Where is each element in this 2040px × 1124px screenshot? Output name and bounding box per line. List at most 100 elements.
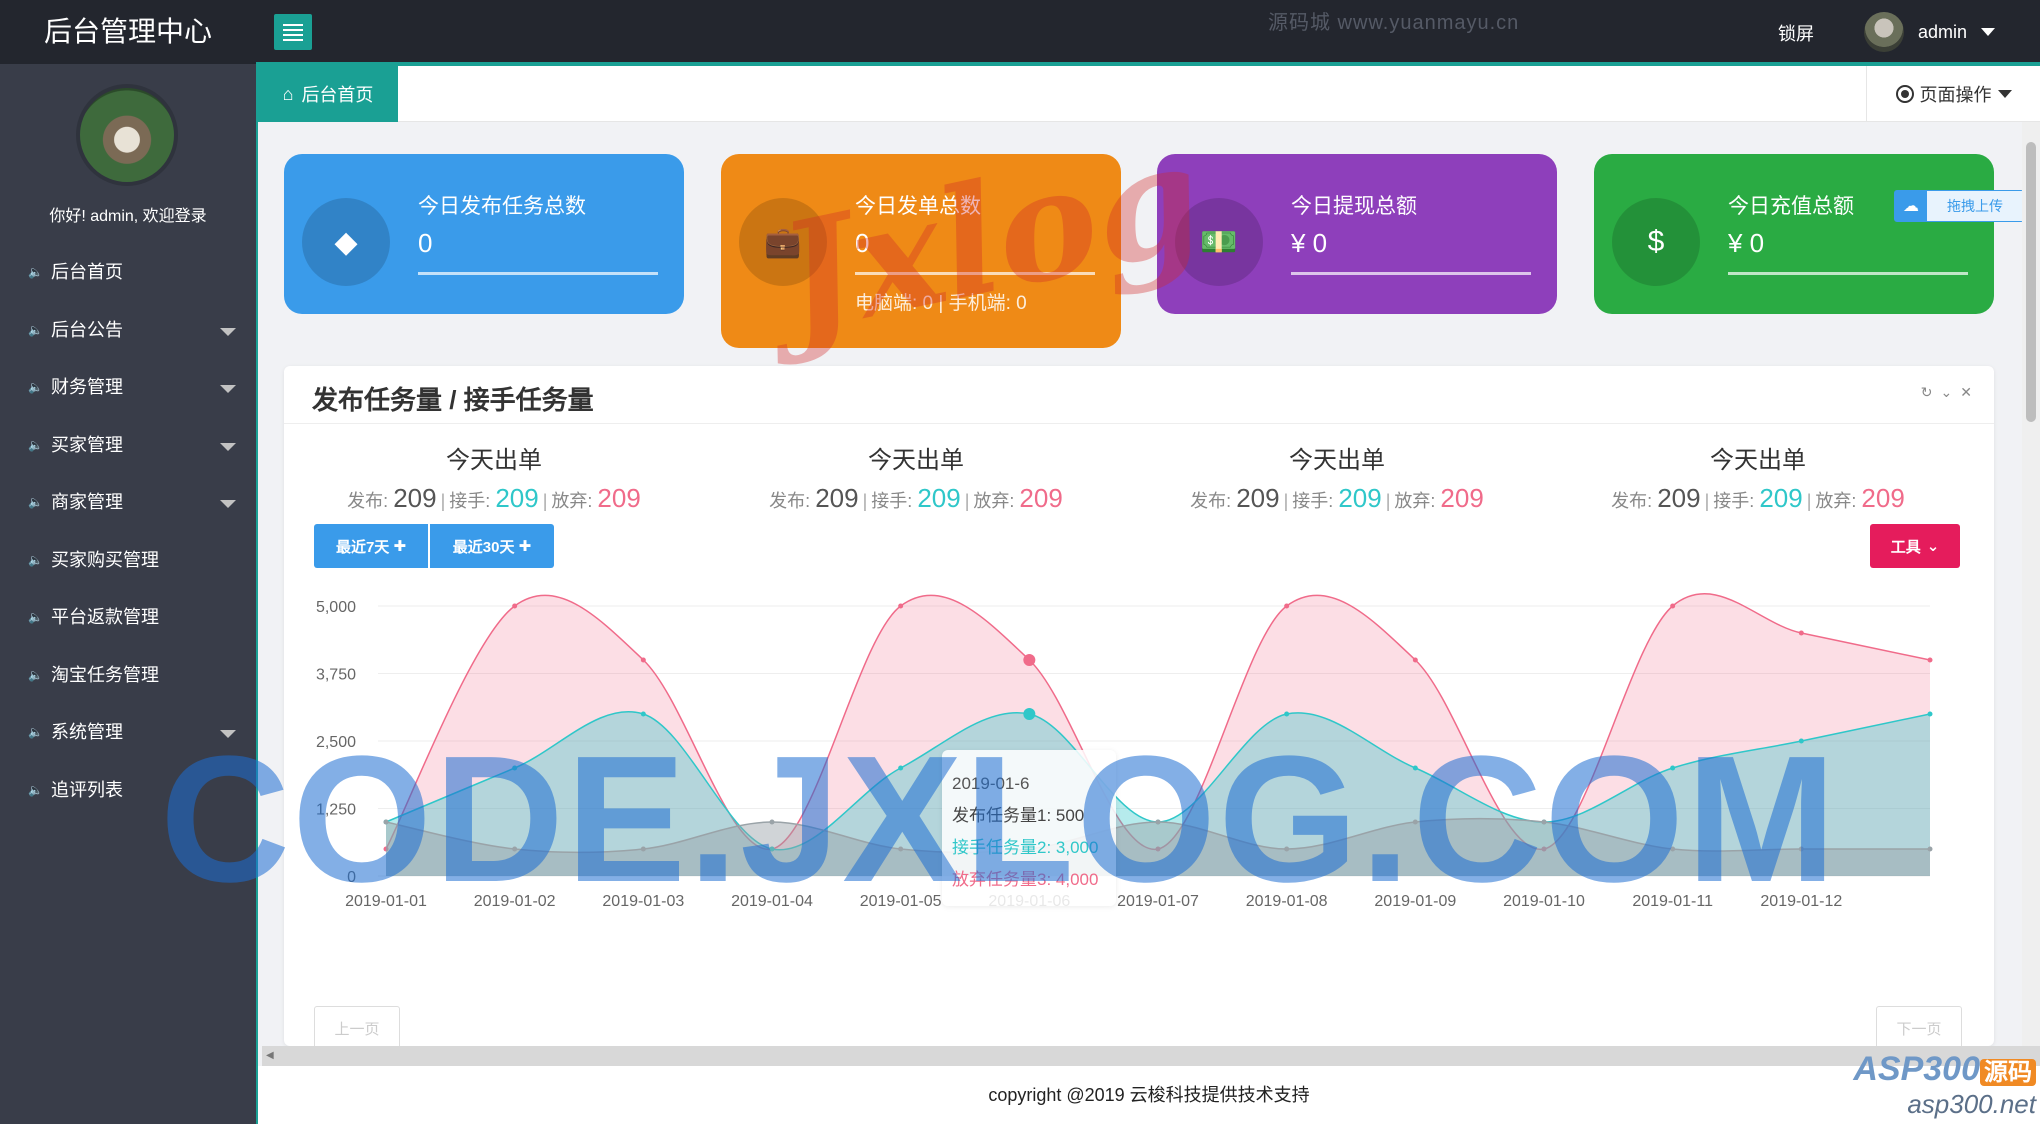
- speaker-icon: 🔈: [28, 437, 43, 452]
- stat-card-title: 今日充值总额: [1728, 195, 1854, 218]
- stat-card-divider: [1291, 272, 1531, 275]
- data-point: [512, 603, 518, 609]
- welcome-text: 你好! admin, 欢迎登录: [49, 208, 207, 225]
- refresh-icon[interactable]: ↻: [1921, 384, 1933, 401]
- data-point: [1284, 711, 1290, 717]
- y-tick-label: 2,500: [316, 734, 356, 751]
- hover-marker: [1023, 654, 1036, 666]
- sidebar-item-refund[interactable]: 🔈 平台返款管理: [0, 589, 256, 647]
- plus-icon: ✚: [393, 538, 407, 555]
- data-point: [1670, 603, 1676, 609]
- data-point: [1670, 846, 1676, 852]
- sidebar-item-system[interactable]: 🔈 系统管理: [0, 704, 256, 762]
- user-name: admin: [1918, 21, 1968, 42]
- chevron-down-icon: ⌄: [1926, 538, 1940, 555]
- stat-card-subtext: 电脑端: 0 | 手机端: 0: [855, 293, 1027, 314]
- sidebar-item-home[interactable]: 🔈 后台首页: [0, 244, 256, 302]
- stat-card-divider: [418, 272, 658, 275]
- today-stats-3: 今天出单 发布: 209 | 接手: 209 | 放弃: 209: [1190, 447, 1484, 513]
- next-page-button[interactable]: 下一页: [1876, 1006, 1962, 1046]
- stat-card-recharges: $ 今日充值总额 ¥ 0: [1594, 154, 1994, 314]
- sidebar-item-buyers[interactable]: 🔈 买家管理: [0, 417, 256, 475]
- last-30-days-button[interactable]: 最近30天 ✚: [430, 524, 554, 568]
- sidebar-item-finance[interactable]: 🔈 财务管理: [0, 359, 256, 417]
- top-bar: 后台管理中心 源码城 www.yuanmayu.cn 锁屏 admin: [0, 0, 2040, 66]
- y-tick-label: 5,000: [316, 599, 356, 616]
- data-point: [512, 846, 518, 852]
- horizontal-scrollbar[interactable]: ◀: [262, 1046, 2040, 1066]
- tab-bar: ⌂ 后台首页 页面操作: [258, 66, 2040, 122]
- collapse-icon[interactable]: ⌄: [1941, 384, 1953, 401]
- stat-card-title: 今日发布任务总数: [418, 195, 586, 218]
- panel-tools: ↻ ⌄ ✕: [1921, 384, 1972, 401]
- sidebar-item-notice[interactable]: 🔈 后台公告: [0, 302, 256, 360]
- sidebar-item-taobao-tasks[interactable]: 🔈 淘宝任务管理: [0, 647, 256, 705]
- x-tick-label: 2019-01-12: [1760, 893, 1842, 910]
- data-point: [1798, 846, 1804, 852]
- data-point: [1412, 657, 1418, 663]
- cloud-icon: ☁: [1895, 191, 1927, 221]
- data-point: [1670, 765, 1676, 771]
- avatar: [1864, 12, 1904, 52]
- last-7-days-button[interactable]: 最近7天 ✚: [314, 524, 428, 568]
- page-operations-dropdown[interactable]: 页面操作: [1866, 66, 2040, 122]
- header-watermark: 源码城 www.yuanmayu.cn: [1268, 12, 1520, 34]
- stat-card-divider: [1728, 272, 1968, 275]
- x-tick-label: 2019-01-07: [1117, 893, 1199, 910]
- stat-card-orders: 💼 今日发单总数 0 电脑端: 0 | 手机端: 0: [721, 154, 1121, 348]
- x-tick-label: 2019-01-10: [1503, 893, 1585, 910]
- tools-dropdown-button[interactable]: 工具 ⌄: [1870, 524, 1960, 568]
- data-point: [512, 765, 518, 771]
- sidebar-item-merchants[interactable]: 🔈 商家管理: [0, 474, 256, 532]
- stat-card-title: 今日发单总数: [855, 195, 981, 218]
- stat-card-value: ¥ 0: [1291, 228, 1328, 258]
- panel-title: 发布任务量 / 接手任务量: [312, 385, 594, 415]
- stat-card-value: ¥ 0: [1728, 228, 1765, 258]
- y-tick-label: 3,750: [316, 667, 356, 684]
- chevron-down-icon: [220, 500, 236, 508]
- y-tick-label: 0: [347, 869, 356, 886]
- chevron-down-icon: [220, 730, 236, 738]
- sidebar-item-buyer-purchase[interactable]: 🔈 买家购买管理: [0, 532, 256, 590]
- data-point: [1412, 765, 1418, 771]
- y-tick-label: 1,250: [316, 802, 356, 819]
- scrollbar-thumb[interactable]: [2026, 142, 2036, 422]
- today-stats-4: 今天出单 发布: 209 | 接手: 209 | 放弃: 209: [1611, 447, 1905, 513]
- x-tick-label: 2019-01-11: [1632, 893, 1713, 910]
- data-point: [1927, 846, 1933, 852]
- dollar-icon: $: [1612, 198, 1700, 286]
- menu-icon: [283, 23, 303, 26]
- briefcase-icon: 💼: [739, 198, 827, 286]
- close-icon[interactable]: ✕: [1960, 384, 1972, 401]
- app-title: 后台管理中心: [43, 16, 212, 47]
- vertical-scrollbar[interactable]: [2022, 122, 2040, 1046]
- user-menu[interactable]: admin: [1864, 12, 1996, 52]
- plus-icon: ✚: [518, 538, 532, 555]
- x-tick-label: 2019-01-02: [474, 893, 556, 910]
- data-point: [1284, 603, 1290, 609]
- sidebar-nav: 🔈 后台首页 🔈 后台公告 🔈 财务管理 🔈 买家管理 🔈 商家管理 🔈 买家购买管理 🔈 平…: [0, 244, 256, 819]
- menu-toggle-button[interactable]: [274, 14, 312, 50]
- speaker-icon: 🔈: [28, 667, 43, 682]
- data-point: [640, 846, 646, 852]
- prev-page-button[interactable]: 上一页: [314, 1006, 400, 1046]
- stat-card-value: 0: [418, 228, 433, 258]
- data-point: [640, 711, 646, 717]
- x-tick-label: 2019-01-09: [1374, 893, 1456, 910]
- x-tick-label: 2019-01-01: [345, 893, 427, 910]
- chevron-down-icon: [1997, 90, 2012, 98]
- x-tick-label: 2019-01-04: [731, 893, 813, 910]
- drag-upload-button[interactable]: ☁ 拖拽上传: [1894, 190, 2024, 222]
- data-point: [1412, 819, 1418, 825]
- speaker-icon: 🔈: [28, 380, 43, 394]
- lock-screen-link[interactable]: 锁屏: [1778, 20, 1814, 46]
- tab-home[interactable]: ⌂ 后台首页: [258, 66, 398, 122]
- data-point: [1927, 657, 1933, 663]
- home-icon: ⌂: [282, 83, 294, 104]
- data-point: [383, 819, 389, 825]
- data-point: [769, 819, 775, 825]
- data-point: [898, 765, 904, 771]
- sidebar-item-reviews[interactable]: 🔈 追评列表: [0, 762, 256, 820]
- today-stats-1: 今天出单 发布: 209 | 接手: 209 | 放弃: 209: [347, 447, 641, 513]
- stat-card-title: 今日提现总额: [1291, 195, 1417, 218]
